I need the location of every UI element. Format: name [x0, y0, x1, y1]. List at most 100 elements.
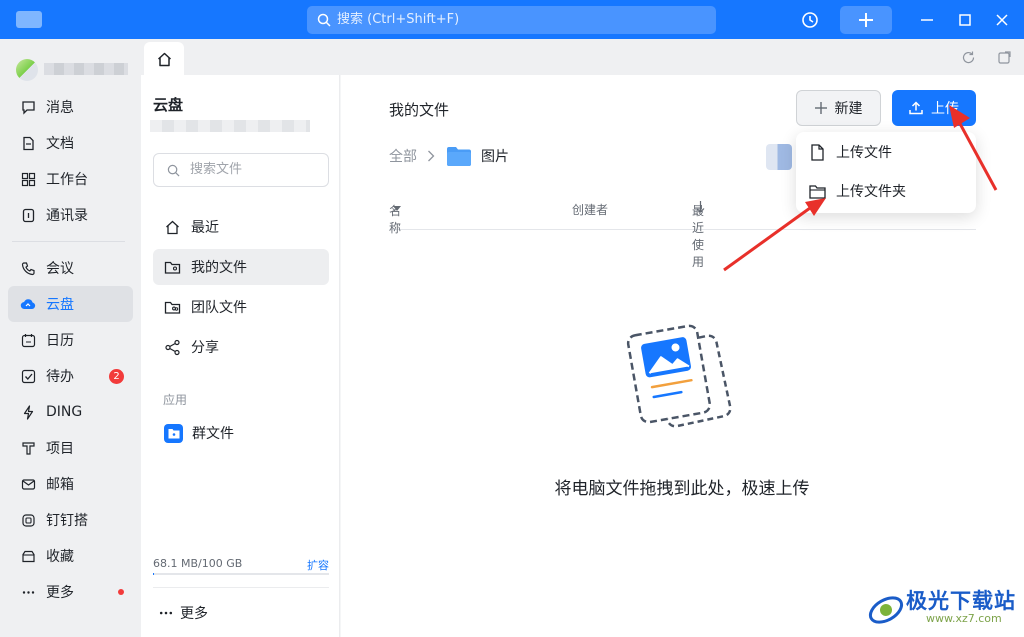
nav-item-cloud-drive[interactable]: 云盘	[8, 286, 133, 322]
folder-icon	[447, 146, 471, 166]
nav-item-meeting[interactable]: 会议	[8, 250, 133, 286]
nav-label: 钉钉搭	[46, 513, 88, 529]
nav-label: 文档	[46, 136, 74, 152]
nav-item-ding[interactable]: DING	[8, 394, 133, 430]
nav-item-messages[interactable]: 消息	[8, 89, 133, 125]
panel-item-label: 分享	[191, 340, 219, 356]
panel-item-label: 群文件	[192, 426, 234, 442]
more-icon	[159, 611, 173, 615]
storage-progress-bar	[153, 573, 329, 575]
minimize-button[interactable]	[915, 6, 939, 34]
upload-button[interactable]: 上传	[892, 90, 976, 126]
nav-label: 邮箱	[46, 477, 74, 493]
menu-item-label: 上传文件夹	[836, 184, 906, 200]
column-name[interactable]: 名称	[389, 201, 401, 235]
search-placeholder: 搜索 (Ctrl+Shift+F)	[337, 12, 460, 27]
share-icon	[164, 339, 181, 356]
minimize-icon	[921, 19, 933, 21]
nav-item-calendar[interactable]: 日历	[8, 322, 133, 358]
cloud-icon	[20, 296, 36, 312]
maximize-icon	[959, 14, 971, 26]
search-icon	[167, 164, 180, 177]
upload-icon	[909, 101, 923, 115]
home-icon	[164, 219, 181, 236]
nav-item-mail[interactable]: 邮箱	[8, 466, 133, 502]
tab-home[interactable]	[144, 42, 184, 76]
upload-dropdown-menu: 上传文件 上传文件夹	[796, 132, 976, 213]
menu-item-upload-folder[interactable]: 上传文件夹	[796, 173, 976, 209]
builder-icon	[20, 512, 36, 528]
tab-strip	[141, 39, 1024, 75]
panel-subtitle-redacted	[150, 120, 310, 132]
storage-usage: 68.1 MB/100 GB 扩容	[153, 557, 329, 573]
panel-item-label: 我的文件	[191, 260, 247, 276]
nav-label: 工作台	[46, 172, 88, 188]
nav-item-builder[interactable]: 钉钉搭	[8, 502, 133, 538]
project-icon	[20, 440, 36, 456]
nav-label: 日历	[46, 333, 74, 349]
chevron-right-icon	[428, 150, 435, 162]
avatar[interactable]	[16, 59, 38, 81]
plus-icon	[814, 102, 827, 114]
favorites-icon	[20, 548, 36, 564]
nav-label: 通讯录	[46, 208, 88, 224]
nav-label: 会议	[46, 261, 74, 277]
nav-item-contacts[interactable]: 通讯录	[8, 197, 133, 233]
apps-section-label: 应用	[163, 393, 188, 407]
panel-item-label: 团队文件	[191, 300, 247, 316]
search-icon	[317, 13, 331, 27]
column-creator[interactable]: 创建者	[572, 201, 608, 218]
nav-item-project[interactable]: 项目	[8, 430, 133, 466]
team-files-icon	[164, 299, 181, 316]
home-icon	[157, 52, 171, 66]
member-avatar[interactable]	[766, 144, 792, 170]
maximize-button[interactable]	[953, 6, 977, 34]
breadcrumb-root[interactable]: 全部	[389, 146, 417, 166]
new-button[interactable]: 新建	[796, 90, 881, 126]
nav-label: 项目	[46, 441, 74, 457]
nav-label: 云盘	[46, 297, 74, 313]
nav-item-workbench[interactable]: 工作台	[8, 161, 133, 197]
search-placeholder: 搜索文件	[190, 162, 243, 177]
panel-nav-list: 最近 我的文件 团队文件 分享	[153, 209, 329, 369]
watermark-name: 极光下载站	[906, 589, 1016, 613]
global-search-input[interactable]: 搜索 (Ctrl+Shift+F)	[307, 6, 716, 34]
user-profile[interactable]	[16, 59, 128, 81]
panel-item-my-files[interactable]: 我的文件	[153, 249, 329, 285]
panel-item-group-files[interactable]: 群文件	[153, 415, 329, 451]
contacts-icon	[20, 207, 36, 223]
more-label: 更多	[180, 606, 208, 622]
panel-item-label: 最近	[191, 220, 219, 236]
history-button[interactable]	[796, 6, 824, 34]
close-icon	[996, 14, 1008, 26]
phone-icon	[20, 260, 36, 276]
panel-more-button[interactable]: 更多	[158, 603, 208, 623]
column-recent[interactable]: 最近使用	[692, 201, 705, 269]
nav-label: DING	[46, 404, 83, 420]
nav-item-more[interactable]: 更多	[8, 574, 133, 610]
nav-item-docs[interactable]: 文档	[8, 125, 133, 161]
expand-storage-link[interactable]: 扩容	[307, 557, 329, 573]
create-button[interactable]	[840, 6, 892, 34]
workbench-icon	[20, 171, 36, 187]
breadcrumb-current: 图片	[481, 149, 509, 165]
open-window-icon[interactable]	[997, 50, 1012, 65]
notification-dot	[118, 589, 124, 595]
new-button-label: 新建	[834, 101, 863, 117]
lightning-icon	[20, 404, 36, 420]
title-bar: 搜索 (Ctrl+Shift+F)	[0, 0, 1024, 39]
column-recent-label: 最近使用	[692, 204, 705, 269]
folder-icon	[808, 182, 826, 200]
menu-item-upload-file[interactable]: 上传文件	[796, 134, 976, 170]
file-search-input[interactable]: 搜索文件	[153, 153, 329, 187]
close-button[interactable]	[990, 6, 1014, 34]
column-name-label: 名称	[389, 204, 402, 235]
panel-item-team-files[interactable]: 团队文件	[153, 289, 329, 325]
refresh-icon[interactable]	[961, 50, 976, 65]
panel-item-recent[interactable]: 最近	[153, 209, 329, 245]
file-icon	[808, 143, 826, 161]
panel-item-share[interactable]: 分享	[153, 329, 329, 365]
nav-item-todo[interactable]: 待办 2	[8, 358, 133, 394]
left-navigation: 消息 文档 工作台 通讯录 会议 云盘 日历 待办 2 DING 项目 邮箱 钉…	[0, 39, 141, 637]
nav-item-favorites[interactable]: 收藏	[8, 538, 133, 574]
